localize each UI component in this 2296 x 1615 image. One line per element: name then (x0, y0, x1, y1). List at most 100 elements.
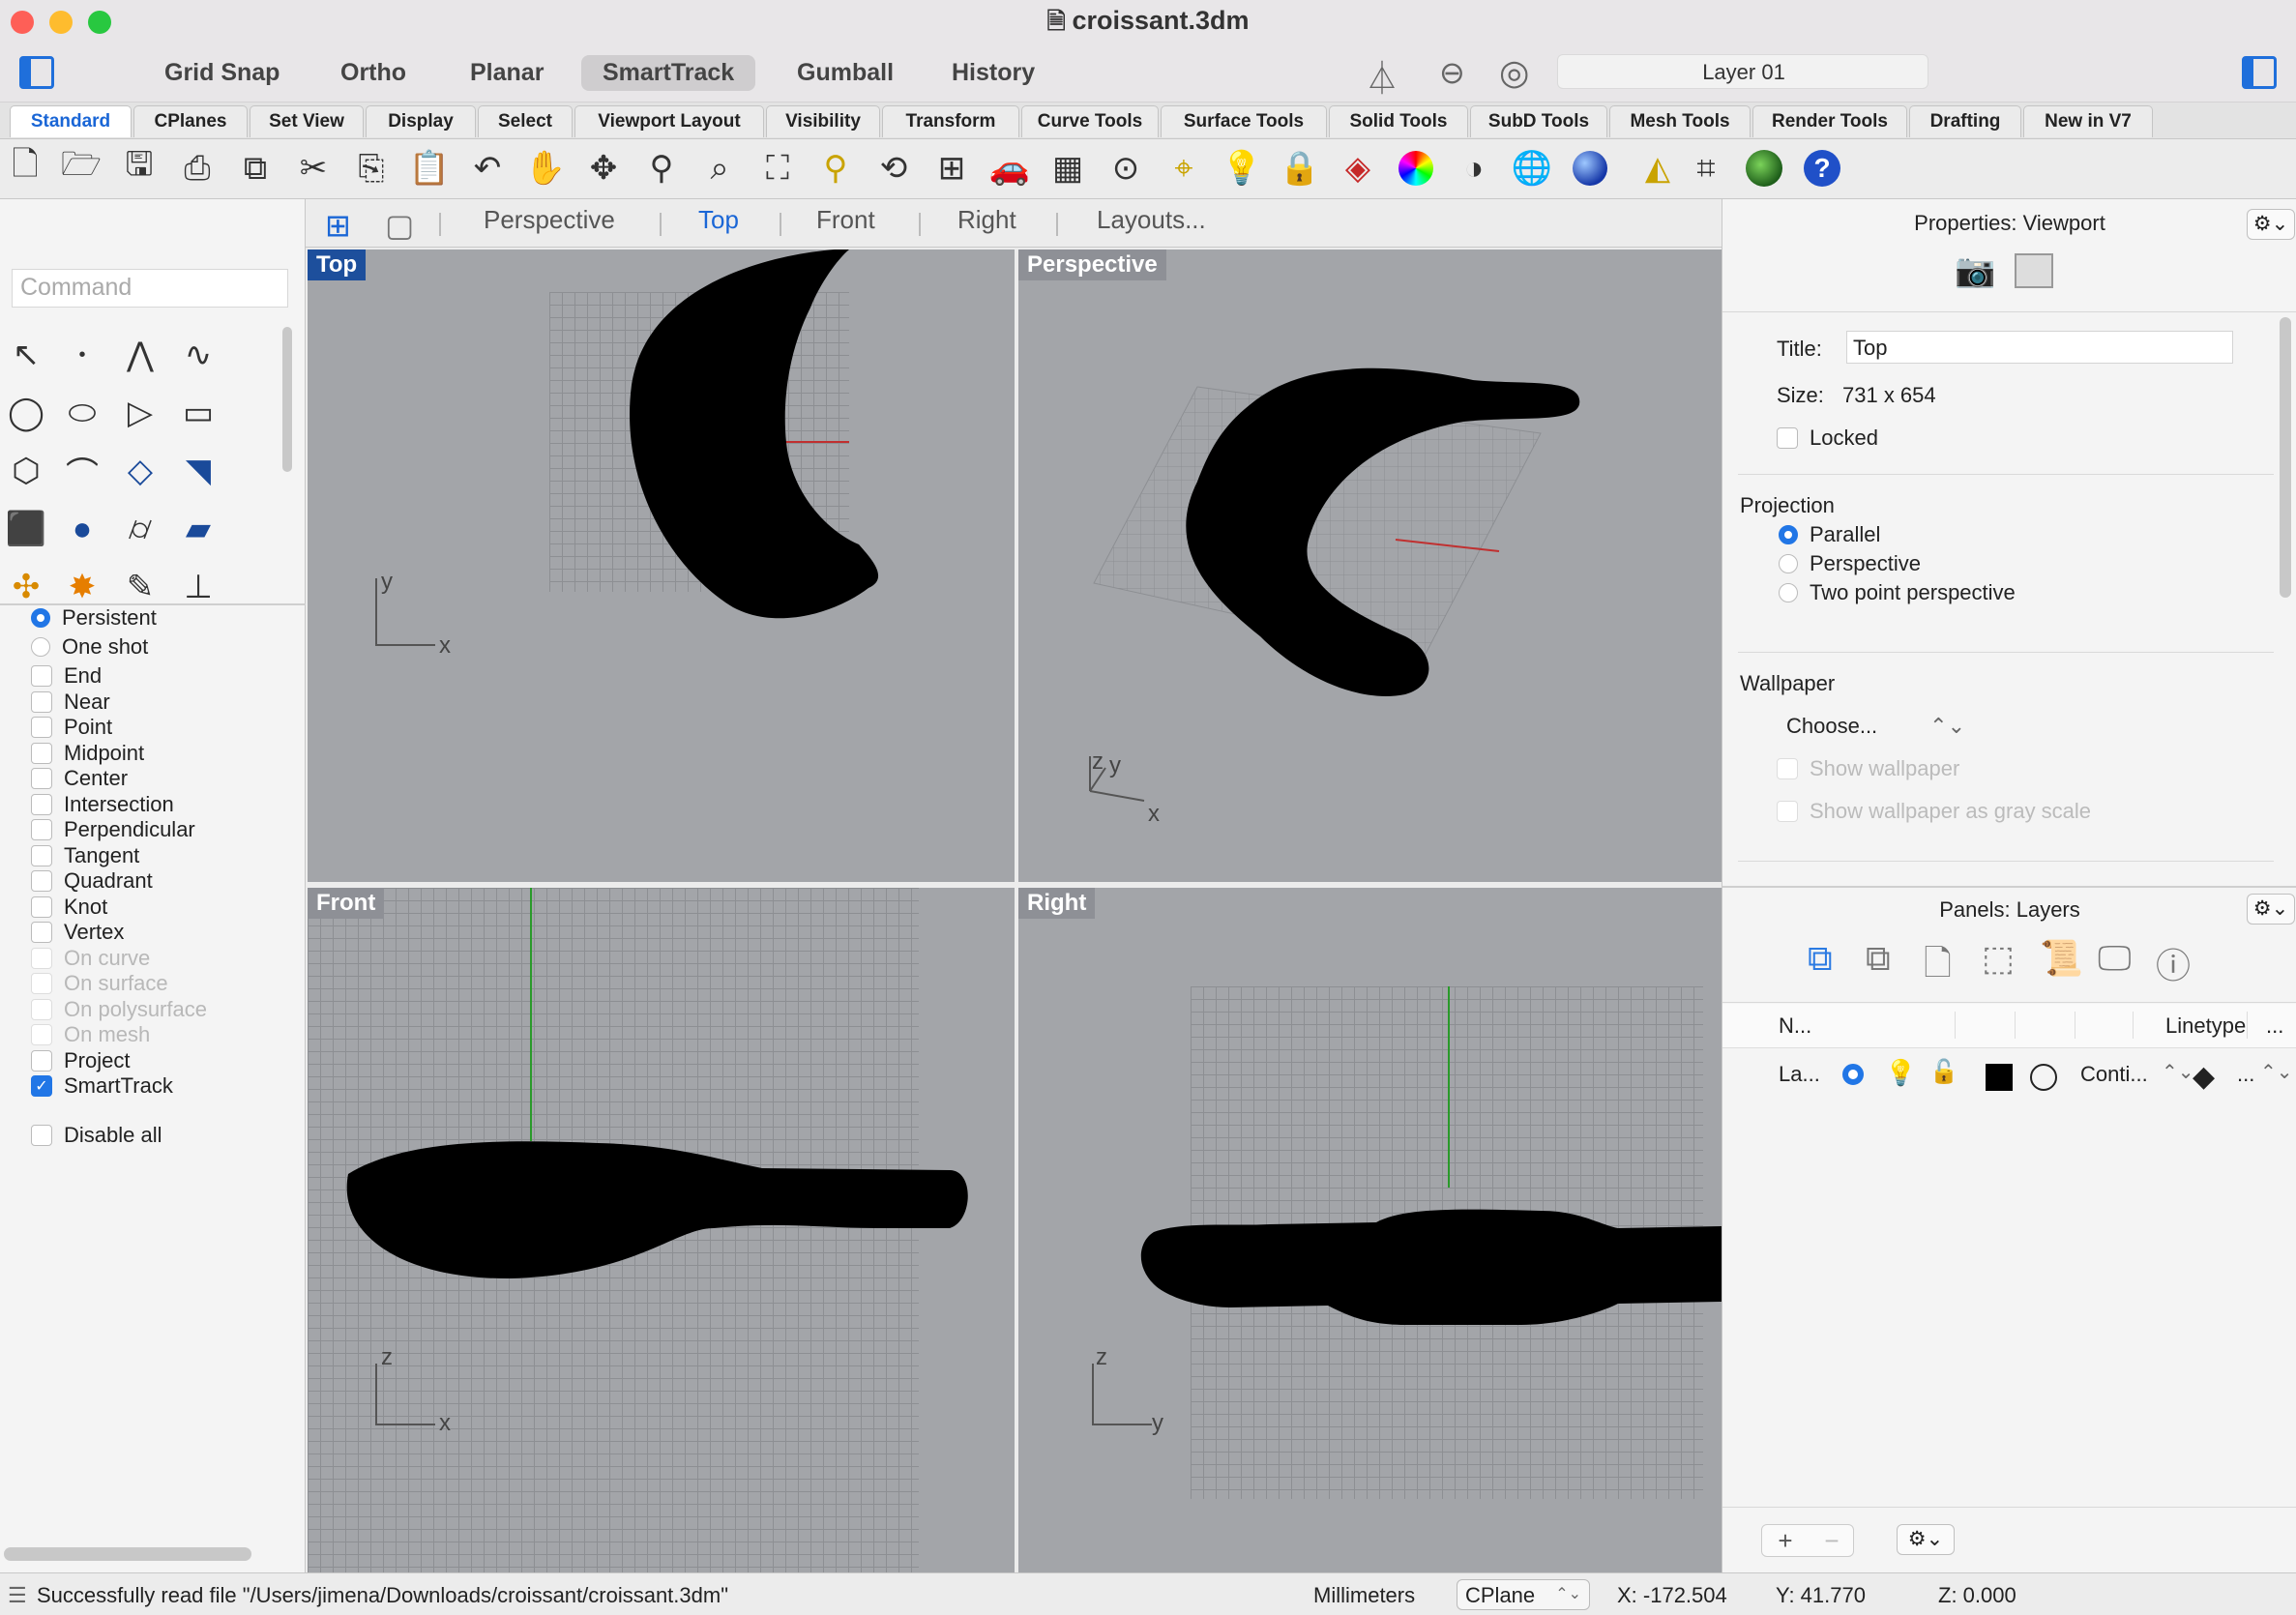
save-icon[interactable]: 🖫 (119, 146, 160, 189)
osnap-knot-checkbox[interactable]: Knot (31, 893, 107, 922)
osnap-perpendicular-checkbox[interactable]: Perpendicular (31, 815, 195, 844)
viewport-frame-icon[interactable] (2015, 253, 2053, 288)
import-icon[interactable]: ⧉ (235, 148, 276, 189)
osnap-project-checkbox[interactable]: Project (31, 1046, 130, 1075)
projection-perspective-radio[interactable]: Perspective (1779, 551, 1921, 576)
layers-gear-icon[interactable]: ⚙⌄ (2247, 894, 2295, 925)
gumball-toggle[interactable]: Gumball (776, 55, 915, 91)
viewport-right[interactable]: Right z y (1018, 888, 1722, 1572)
projection-parallel-radio[interactable]: Parallel (1779, 522, 1880, 547)
materials-icon[interactable]: ⧉ (1866, 938, 1891, 980)
history-toggle[interactable]: History (930, 55, 1056, 91)
display-monitor-icon[interactable]: 🖵 (2098, 938, 2132, 980)
tab-standard[interactable]: Standard (10, 105, 132, 137)
properties-scrollbar[interactable] (2280, 317, 2291, 598)
show-wallpaper-checkbox[interactable]: Show wallpaper (1777, 756, 1959, 781)
pointer-cone-icon[interactable]: ◭ (1637, 148, 1678, 189)
filter-icon[interactable]: ⏃ (1366, 52, 1398, 100)
layers-icon[interactable]: ◈ (1338, 148, 1378, 189)
object-box-icon[interactable]: ⬚ (1982, 938, 2015, 979)
tab-surface-tools[interactable]: Surface Tools (1161, 105, 1327, 137)
layer-color-swatch[interactable] (1986, 1064, 2013, 1091)
dimension-icon[interactable]: ⌗ (1686, 148, 1726, 189)
cut-icon[interactable]: ✂ (293, 148, 334, 189)
current-layer-selector[interactable]: Layer 01 (1557, 54, 1928, 89)
column-more[interactable]: ... (2266, 1013, 2283, 1039)
osnap-end-checkbox[interactable]: End (31, 661, 102, 690)
layer-linetype[interactable]: Conti... (2080, 1062, 2148, 1087)
current-layer-radio[interactable] (1842, 1064, 1864, 1085)
material-circle-icon[interactable] (2030, 1064, 2057, 1091)
viewport-top[interactable]: Top y x (308, 250, 1015, 882)
rectangle-icon[interactable]: ▭ (176, 391, 221, 435)
horizontal-scrollbar[interactable] (4, 1547, 251, 1561)
render-globe-icon[interactable] (1744, 148, 1784, 189)
sweep-icon[interactable]: ◥ (176, 449, 221, 493)
viewport-front[interactable]: Front z x (308, 888, 1015, 1572)
point-snap-icon[interactable]: ⊙ (1105, 148, 1146, 189)
osnap-on-curve-checkbox[interactable]: On curve (31, 944, 150, 973)
tab-cplanes[interactable]: CPlanes (133, 105, 248, 137)
sphere-shaded-icon[interactable]: ◑ (1454, 148, 1494, 189)
osnap-quadrant-checkbox[interactable]: Quadrant (31, 866, 153, 896)
copy-icon[interactable]: ⎘ (351, 148, 392, 189)
left-sidebar-toggle-icon[interactable] (19, 56, 54, 89)
undo-icon[interactable]: ↶ (467, 148, 508, 189)
osnap-mode-one-shot-radio[interactable]: One shot (31, 632, 148, 661)
layer-row[interactable]: La... 💡 🔓 Conti... ⌃⌄ ◆ ... ⌃⌄ (1722, 1050, 2296, 1101)
select-arrow-icon[interactable]: ↖ (4, 333, 48, 377)
tab-solid-tools[interactable]: Solid Tools (1329, 105, 1468, 137)
camera-icon[interactable]: 📷 (1955, 251, 1995, 290)
right-sidebar-toggle-icon[interactable] (2242, 56, 2277, 89)
osnap-mode-persistent-radio[interactable]: Persistent (31, 603, 157, 632)
undo-view-icon[interactable]: ⟲ (873, 148, 914, 189)
grid-toggle-icon[interactable]: ▦ (1047, 148, 1088, 189)
tab-set-view[interactable]: Set View (250, 105, 364, 137)
car-icon[interactable]: 🚗 (989, 148, 1030, 189)
title-field[interactable]: Top (1846, 331, 2233, 364)
tab-render-tools[interactable]: Render Tools (1752, 105, 1907, 137)
osnap-icon[interactable]: ⌖ (1163, 148, 1204, 189)
tab-layouts[interactable]: Layouts... (1097, 205, 1206, 235)
linetype-stepper-icon[interactable]: ⌃⌄ (2162, 1060, 2194, 1084)
help-icon[interactable]: ? (1802, 148, 1842, 189)
curve-icon[interactable]: ∿ (176, 333, 221, 377)
zoom-extents-icon[interactable]: ⛶ (757, 148, 798, 189)
projection-two-point-radio[interactable]: Two point perspective (1779, 580, 2016, 605)
sphere-solid-icon[interactable]: ● (60, 507, 104, 551)
show-wallpaper-gray-checkbox[interactable]: Show wallpaper as gray scale (1777, 799, 2091, 824)
single-view-layout-icon[interactable]: ▢ (385, 207, 414, 244)
layers-stack-icon[interactable]: ⧉ (1808, 938, 1833, 980)
viewport-label-top[interactable]: Top (308, 250, 367, 280)
locked-checkbox[interactable]: Locked (1777, 426, 1878, 451)
new-file-icon[interactable]: 🗋 (5, 146, 45, 189)
osnap-tangent-checkbox[interactable]: Tangent (31, 841, 139, 870)
osnap-on-surface-checkbox[interactable]: On surface (31, 969, 168, 998)
point-icon[interactable]: • (60, 333, 104, 377)
osnap-on-polysurface-checkbox[interactable]: On polysurface (31, 995, 207, 1024)
tab-display[interactable]: Display (366, 105, 476, 137)
viewport-label-right[interactable]: Right (1018, 888, 1096, 919)
units-label[interactable]: Millimeters (1313, 1583, 1415, 1608)
target-icon[interactable]: ◎ (1499, 52, 1529, 93)
four-view-layout-icon[interactable]: ⊞ (325, 207, 351, 244)
layer-options-gear-icon[interactable]: ⚙⌄ (1897, 1524, 1955, 1555)
paste-icon[interactable]: 📋 (409, 148, 450, 189)
zoom-icon[interactable]: ⚲ (641, 148, 682, 189)
surface-icon[interactable]: ◇ (118, 449, 162, 493)
cylinder-icon[interactable]: ⌭ (118, 507, 162, 551)
tab-mesh-tools[interactable]: Mesh Tools (1609, 105, 1751, 137)
column-linetype[interactable]: Linetype (2165, 1013, 2246, 1039)
hexagon-icon[interactable]: ⬡ (4, 449, 48, 493)
smarttrack-toggle[interactable]: SmartTrack (581, 55, 756, 91)
tab-perspective[interactable]: Perspective (484, 205, 615, 235)
osnap-disable-all-checkbox[interactable]: Disable all (31, 1121, 162, 1150)
viewport-label-perspective[interactable]: Perspective (1018, 250, 1166, 280)
open-file-icon[interactable]: 🗁 (61, 146, 102, 189)
osnap-center-checkbox[interactable]: Center (31, 764, 128, 793)
extra-stepper-icon[interactable]: ⌃⌄ (2260, 1060, 2293, 1084)
four-viewports-icon[interactable]: ⊞ (931, 148, 972, 189)
help-circle-icon[interactable]: ⓘ (2156, 938, 2191, 988)
visibility-bulb-icon[interactable]: 💡 (1885, 1058, 1916, 1088)
rotate-view-icon[interactable]: ✥ (583, 148, 624, 189)
